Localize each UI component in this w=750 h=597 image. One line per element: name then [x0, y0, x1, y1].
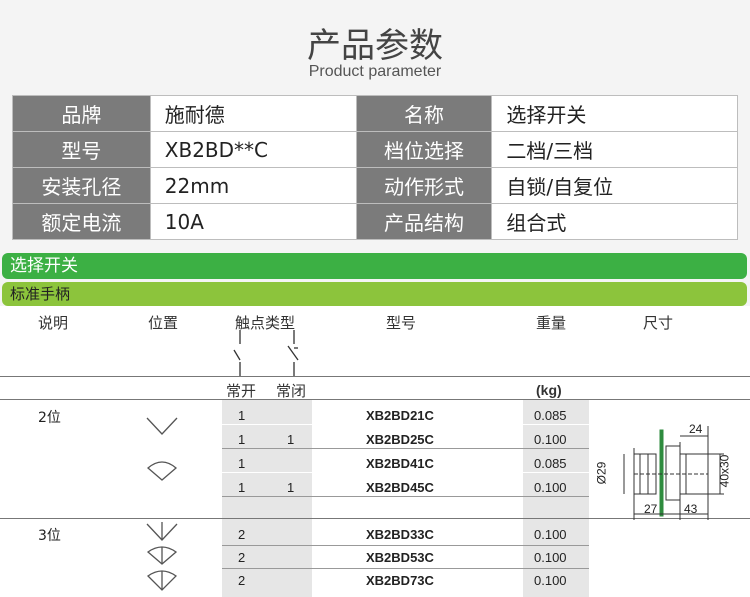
spec-value: 自锁/自复位 — [491, 167, 738, 204]
row-no: 2 — [238, 527, 246, 542]
row-no: 1 — [238, 456, 246, 471]
spec-value: 施耐德 — [149, 95, 357, 132]
spec-key: 型号 — [12, 131, 151, 168]
sub-header-normally-open: 常开 — [226, 382, 257, 400]
two-position-arc-icon — [147, 461, 177, 481]
three-position-icon — [146, 522, 178, 541]
divider — [0, 399, 750, 400]
row-no: 1 — [238, 408, 246, 423]
spec-value: 22mm — [149, 167, 357, 204]
row-no: 2 — [238, 573, 246, 588]
row-weight: 0.085 — [534, 408, 567, 423]
spec-row: 品牌 施耐德 名称 选择开关 — [12, 95, 738, 132]
section-band-selector-switch: 选择开关 — [2, 253, 747, 279]
three-position-arc-alt-icon — [146, 570, 178, 591]
page-title: 产品参数 — [307, 26, 443, 66]
page-subtitle: Product parameter — [308, 63, 442, 80]
spec-key: 额定电流 — [12, 203, 151, 240]
row-no: 2 — [238, 550, 246, 565]
spec-key: 安装孔径 — [12, 167, 151, 204]
row-model: XB2BD21C — [366, 408, 434, 423]
contact-symbol-icon — [233, 330, 299, 376]
col-header-desc: 说明 — [38, 314, 69, 332]
spec-value: 10A — [149, 203, 357, 240]
row-model: XB2BD53C — [366, 550, 434, 565]
row-model: XB2BD73C — [366, 573, 434, 588]
row-weight: 0.100 — [534, 480, 567, 495]
spec-key: 品牌 — [12, 95, 151, 132]
dim-label: Ø29 — [594, 461, 609, 485]
sub-header-normally-closed: 常闭 — [276, 382, 307, 400]
col-header-model: 型号 — [386, 314, 417, 332]
dimension-drawing: 24 Ø29 40x30 27 43 — [594, 416, 744, 528]
spec-value: 组合式 — [491, 203, 738, 240]
spec-value: 选择开关 — [491, 95, 738, 132]
row-model: XB2BD45C — [366, 480, 434, 495]
group-label-2-position: 2位 — [38, 410, 61, 426]
col-header-position: 位置 — [148, 314, 179, 332]
two-position-v-icon — [146, 417, 178, 435]
spec-key: 档位选择 — [355, 131, 493, 168]
spec-key: 产品结构 — [355, 203, 493, 240]
section-band-standard-handle: 标准手柄 — [2, 282, 747, 306]
col-header-size: 尺寸 — [643, 314, 674, 332]
row-model: XB2BD41C — [366, 456, 434, 471]
spec-key: 名称 — [355, 95, 493, 132]
dim-label: 27 — [644, 502, 658, 516]
page-header: 产品参数 Product parameter — [0, 0, 750, 95]
spec-row: 型号 XB2BD**C 档位选择 二档/三档 — [12, 131, 738, 168]
group-label-3-position: 3位 — [38, 528, 61, 544]
row-weight: 0.100 — [534, 432, 567, 447]
row-model: XB2BD25C — [366, 432, 434, 447]
row-weight: 0.100 — [534, 527, 567, 542]
product-table: 说明 位置 触点类型 型号 重量 尺寸 常开 常闭 (kg) 2位 3位 1 X… — [0, 306, 750, 597]
divider — [0, 376, 750, 377]
row-model: XB2BD33C — [366, 527, 434, 542]
row-no: 1 — [238, 480, 246, 495]
row-weight: 0.100 — [534, 550, 567, 565]
row-nc: 1 — [287, 480, 295, 495]
col-header-weight: 重量 — [536, 314, 567, 332]
row-weight: 0.100 — [534, 573, 567, 588]
row-weight: 0.085 — [534, 456, 567, 471]
row-nc: 1 — [287, 432, 295, 447]
dim-label: 24 — [689, 422, 703, 436]
spec-key: 动作形式 — [355, 167, 493, 204]
spec-value: 二档/三档 — [491, 131, 738, 168]
spec-row: 额定电流 10A 产品结构 组合式 — [12, 203, 738, 240]
three-position-arc-icon — [146, 546, 178, 565]
weight-unit: (kg) — [536, 382, 562, 398]
dim-label: 43 — [684, 502, 698, 516]
spec-value: XB2BD**C — [149, 131, 357, 168]
spec-row: 安装孔径 22mm 动作形式 自锁/自复位 — [12, 167, 738, 204]
spec-table: 品牌 施耐德 名称 选择开关 型号 XB2BD**C 档位选择 二档/三档 安装… — [12, 95, 738, 240]
row-no: 1 — [238, 432, 246, 447]
dim-label: 40x30 — [717, 454, 732, 488]
